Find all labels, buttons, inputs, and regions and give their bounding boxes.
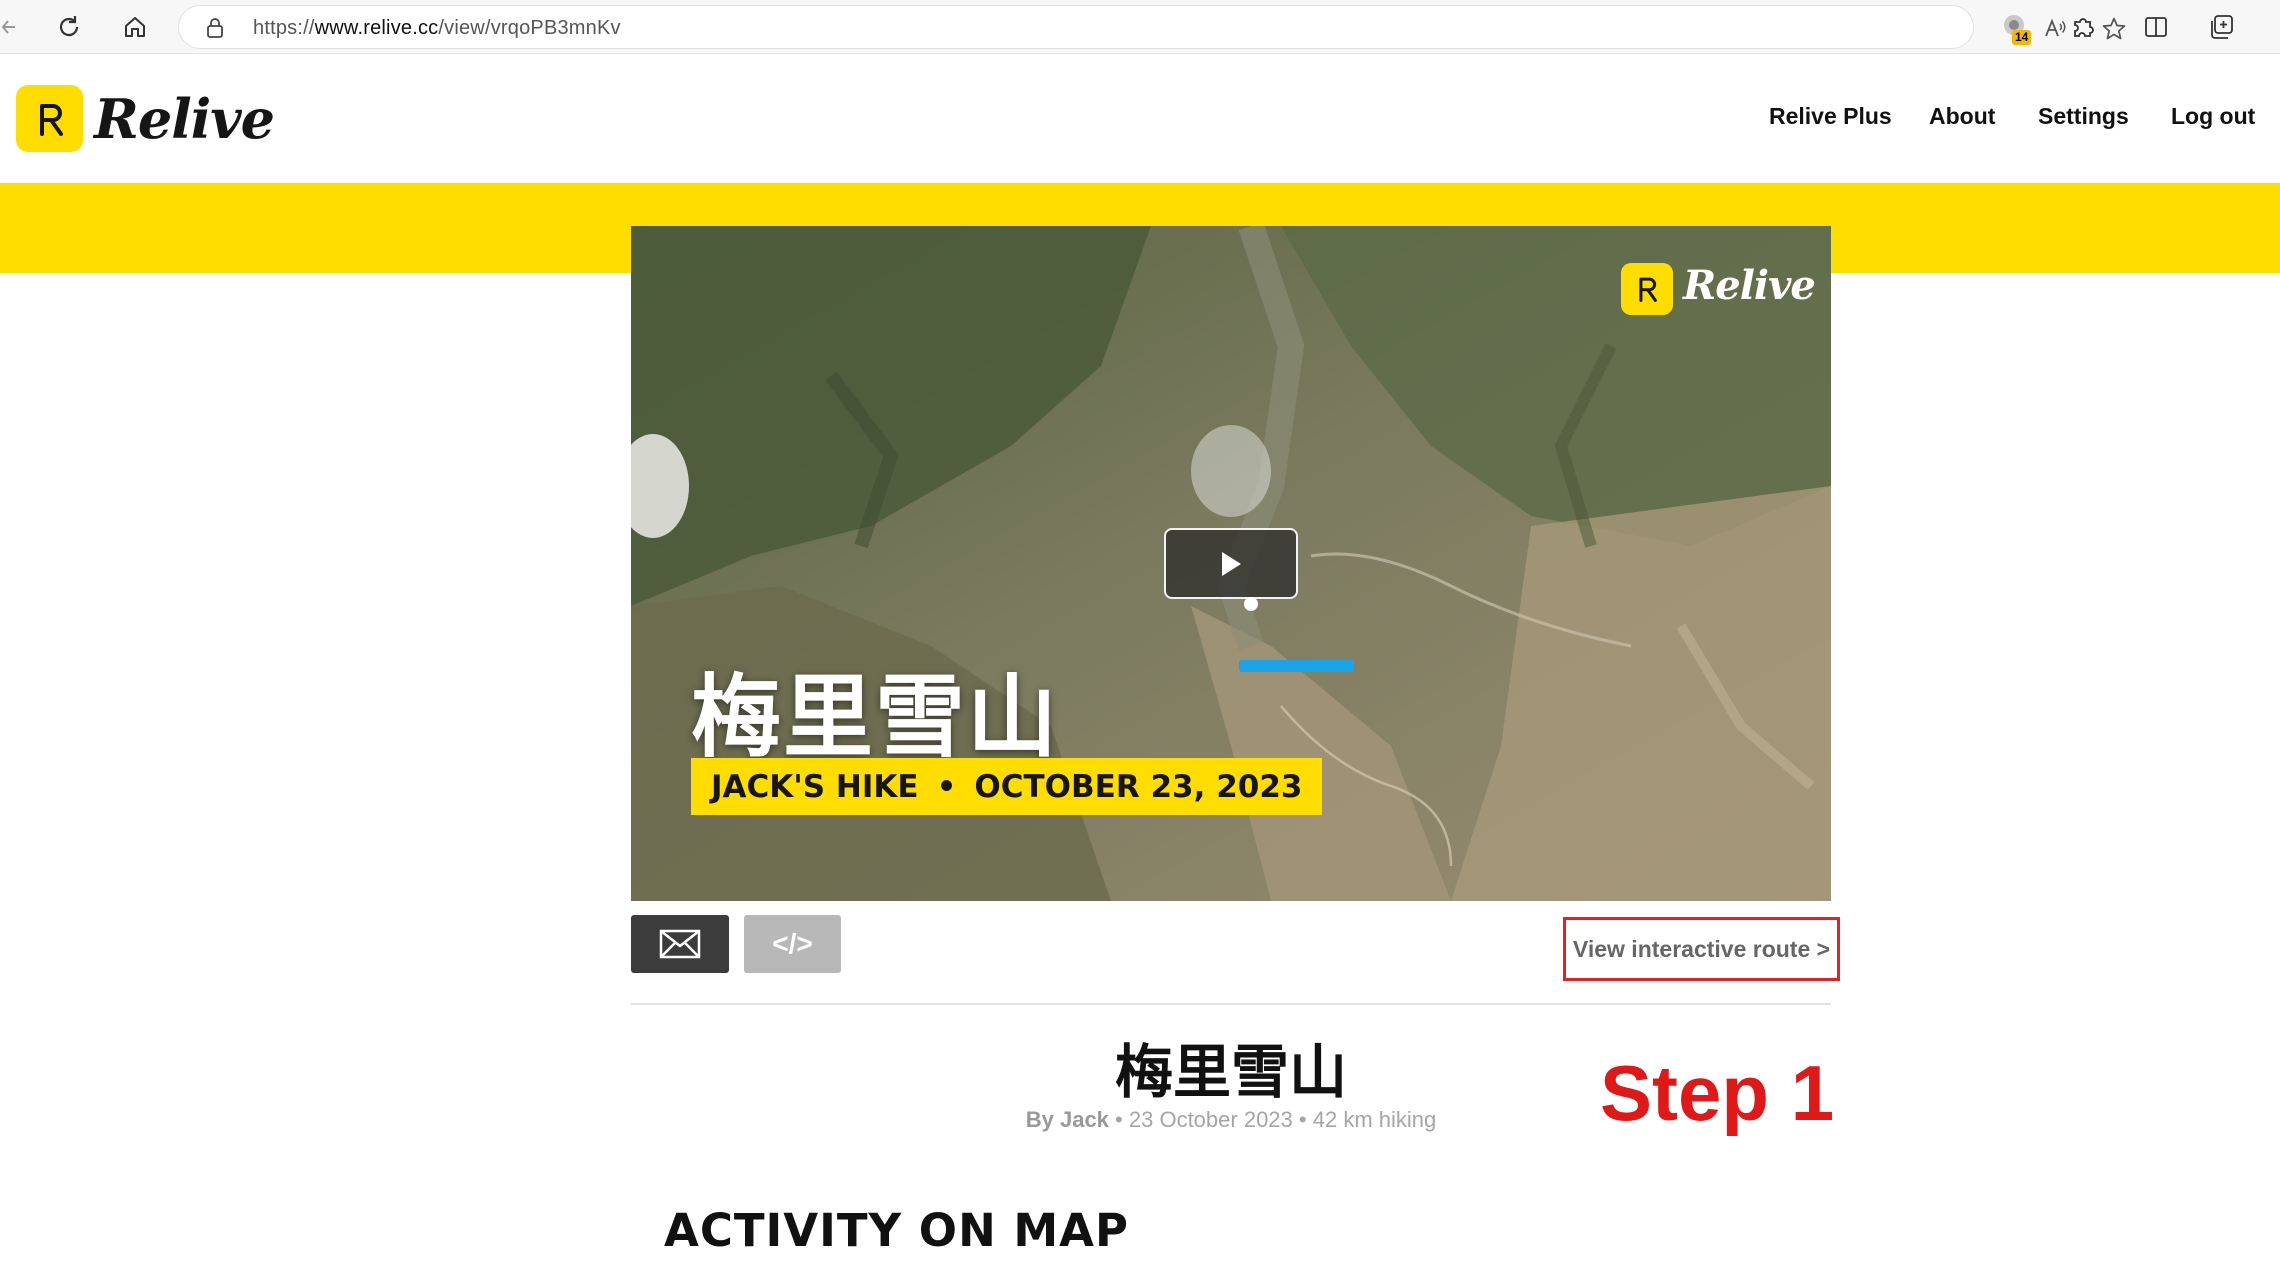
relive-logo-wordmark[interactable]: Relive: [94, 87, 275, 151]
route-start-dot: [1244, 597, 1258, 611]
meta-separator: •: [1298, 1107, 1307, 1132]
video-tag: JACK'S HIKE • OCTOBER 23, 2023: [691, 758, 1323, 815]
video-tag-date: OCTOBER 23, 2023: [974, 768, 1303, 805]
play-icon: [1222, 551, 1241, 576]
divider: [631, 1003, 1831, 1005]
extensions-puzzle-icon[interactable]: [2068, 12, 2098, 42]
collections-icon[interactable]: [2207, 12, 2237, 42]
step-annotation: Step 1: [1600, 1049, 1835, 1137]
nav-log-out[interactable]: Log out: [2171, 103, 2255, 130]
video-player[interactable]: Relive 梅里雪山 JACK'S HIKE • OCTOBER 23, 20…: [631, 226, 1831, 901]
play-button[interactable]: [1164, 528, 1298, 599]
video-title: 梅里雪山: [691, 665, 1059, 770]
extension-badge: 14: [2012, 30, 2032, 45]
embed-code-button[interactable]: </>: [744, 915, 841, 973]
nav-about[interactable]: About: [1929, 103, 1995, 130]
url-text[interactable]: https://www.relive.cc/view/vrqoPB3mnKv: [253, 17, 621, 40]
route-line: [1239, 660, 1354, 672]
nav-relive-plus[interactable]: Relive Plus: [1769, 103, 1892, 130]
nav-settings[interactable]: Settings: [2038, 103, 2129, 130]
activity-on-map-heading: ACTIVITY ON MAP: [664, 1204, 1129, 1257]
site-header: Relive Relive Plus About Settings Log ou…: [0, 55, 2280, 183]
reload-icon[interactable]: [52, 10, 86, 44]
view-interactive-route-link[interactable]: View interactive route >: [1563, 917, 1840, 981]
split-screen-icon[interactable]: [2141, 12, 2171, 42]
browser-toolbar: https://www.relive.cc/view/vrqoPB3mnKv 1…: [0, 0, 2280, 54]
video-relive-logo-icon: [1621, 263, 1673, 315]
read-aloud-icon[interactable]: [2043, 16, 2069, 42]
envelope-icon: [659, 929, 701, 959]
meta-separator: •: [1115, 1107, 1123, 1132]
address-bar[interactable]: https://www.relive.cc/view/vrqoPB3mnKv: [178, 5, 2126, 49]
relive-logo-icon[interactable]: [16, 85, 83, 152]
video-tag-name: JACK'S HIKE: [711, 768, 919, 805]
home-icon[interactable]: [118, 10, 152, 44]
video-relive-wordmark: Relive: [1683, 262, 1816, 309]
share-email-button[interactable]: [631, 915, 729, 973]
activity-author[interactable]: By Jack: [1026, 1107, 1109, 1132]
back-icon[interactable]: [0, 10, 20, 44]
activity-date: 23 October 2023: [1128, 1107, 1293, 1132]
video-tag-separator: •: [936, 768, 957, 805]
favorite-star-icon[interactable]: [2101, 16, 2127, 42]
lock-icon[interactable]: [205, 17, 225, 44]
activity-distance: 42 km hiking: [1312, 1107, 1437, 1132]
